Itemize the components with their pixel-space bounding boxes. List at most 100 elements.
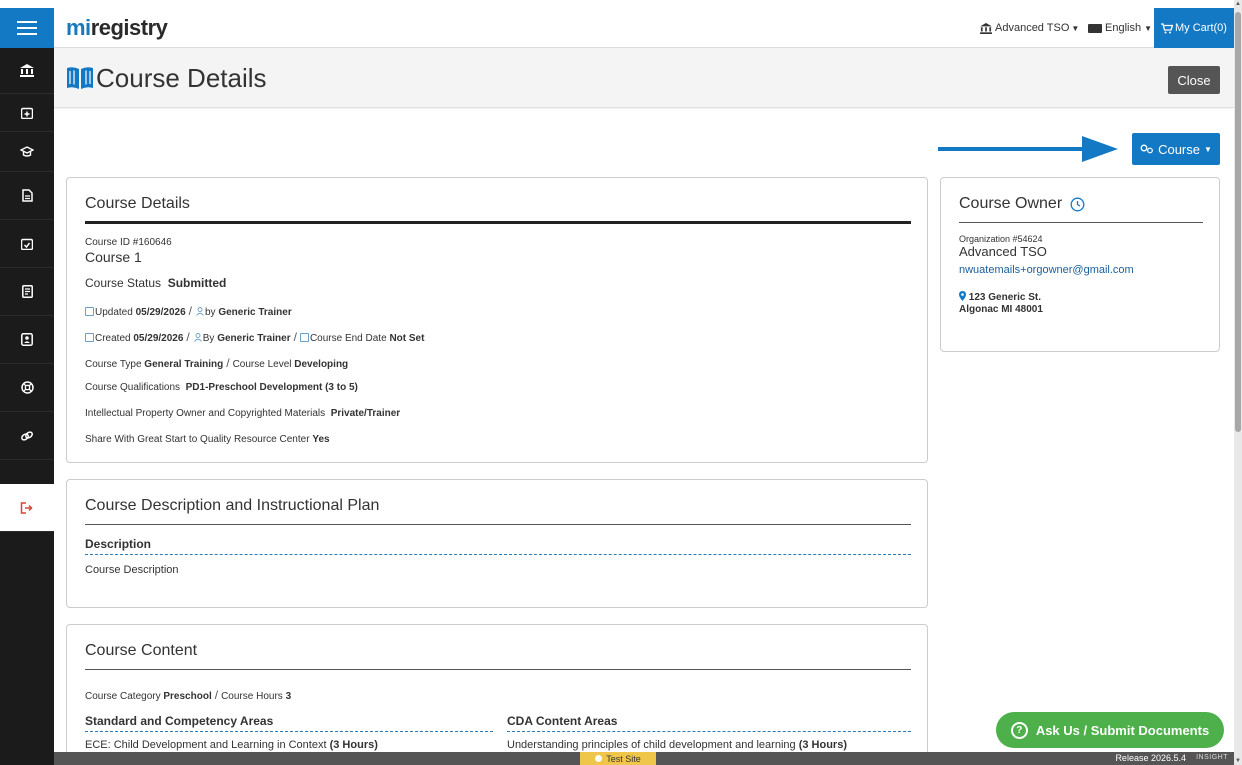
course-status-value: Submitted <box>167 276 227 290</box>
user-icon <box>196 307 204 316</box>
chevron-down-icon: ▼ <box>1144 23 1152 33</box>
release-version: Release 2026.5.4 <box>1115 753 1186 763</box>
sidebar-item-training[interactable] <box>0 132 54 172</box>
sidebar-item-events[interactable] <box>0 220 54 268</box>
standard-item: ECE: Child Development and Learning in C… <box>85 739 378 751</box>
sidebar-item-logout[interactable] <box>0 484 54 532</box>
logout-icon <box>20 501 33 514</box>
test-site-badge: Test Site <box>580 752 656 765</box>
intellectual-property: Intellectual Property Owner and Copyrigh… <box>85 408 401 419</box>
calendar-end-icon <box>299 333 309 342</box>
institution-icon <box>20 64 34 77</box>
owner-address-line1: 123 Generic St. <box>959 291 1041 303</box>
course-details-heading: Course Details <box>85 195 190 212</box>
chevron-down-icon: ▼ <box>1071 23 1080 33</box>
main-content: Course ▼ Course Details Course ID #16064… <box>54 109 1234 765</box>
standard-dotted-rule <box>85 731 493 732</box>
scroll-up-arrow-icon[interactable]: ▲ <box>1234 0 1242 8</box>
map-marker-icon <box>959 291 966 301</box>
insight-logo: INSIGHT <box>1196 754 1228 761</box>
title-bar: Course Details Close <box>54 48 1234 108</box>
heading-divider <box>85 221 911 224</box>
my-cart-button[interactable]: My Cart(0) <box>1154 8 1234 48</box>
scrollbar-thumb[interactable] <box>1235 12 1241 432</box>
gears-icon <box>1140 144 1153 154</box>
sidebar-item-links[interactable] <box>0 412 54 460</box>
question-circle-icon: ? <box>1010 721 1028 739</box>
course-owner-header: Course Owner <box>959 195 1085 213</box>
course-type-level: Course Type General Training / Course Leve… <box>85 356 349 370</box>
page-title: Course Details <box>96 63 267 93</box>
course-status: Course Status Submitted <box>85 276 227 290</box>
owner-divider <box>959 222 1203 223</box>
hamburger-icon <box>17 21 37 35</box>
chevron-down-icon: ▼ <box>1204 144 1212 154</box>
organization-name: Advanced TSO <box>959 244 1047 259</box>
ask-us-label: Ask Us / Submit Documents <box>1035 722 1210 738</box>
description-divider <box>85 524 911 525</box>
cda-dotted-rule <box>507 731 911 732</box>
share-resource-center: Share With Great Start to Quality Resour… <box>85 434 330 445</box>
calendar-icon <box>85 333 94 342</box>
miregistry-logo[interactable]: miregistry <box>66 15 168 41</box>
description-card-heading: Course Description and Instructional Pla… <box>85 497 380 514</box>
sidebar-item-organization[interactable] <box>0 48 54 94</box>
cda-item: Understanding principles of child develo… <box>507 739 847 751</box>
cda-heading: CDA Content Areas <box>507 714 618 728</box>
graduation-cap-icon <box>20 145 34 157</box>
description-value: Course Description <box>85 564 179 576</box>
sidebar-item-documents[interactable] <box>0 172 54 220</box>
calendar-icon <box>85 307 94 316</box>
lifebuoy-icon <box>20 381 34 394</box>
sidebar-item-calendar[interactable] <box>0 94 54 132</box>
cart-label: My Cart(0) <box>1175 22 1227 34</box>
course-content-card: Course Content Course Category Preschool… <box>66 624 928 765</box>
course-actions-dropdown[interactable]: Course ▼ <box>1132 133 1220 165</box>
user-icon <box>193 333 202 342</box>
language-icon <box>1088 23 1102 33</box>
sidebar-item-profile[interactable] <box>0 316 54 364</box>
description-dotted-rule <box>85 554 911 555</box>
organization-id: Organization #54624 <box>959 234 1043 244</box>
category-hours: Course Category Preschool / Course Hours 3 <box>85 688 292 702</box>
course-name: Course 1 <box>85 249 142 265</box>
ask-us-submit-documents-button[interactable]: ? Ask Us / Submit Documents <box>996 712 1224 748</box>
course-details-card: Course Details Course ID #160646 Course … <box>66 177 928 463</box>
content-divider <box>85 669 911 670</box>
calendar-plus-icon <box>21 107 33 119</box>
organization-dropdown[interactable]: Advanced TSO ▼ <box>980 8 1079 48</box>
dot-icon <box>595 755 603 762</box>
page-scrollbar[interactable]: ▲ ▼ <box>1234 0 1242 765</box>
owner-email-link[interactable]: nwuatemails+orgowner@gmail.com <box>959 264 1134 276</box>
sidebar-item-reports[interactable] <box>0 268 54 316</box>
course-owner-card: Course Owner Organization #54624 Advance… <box>940 177 1220 352</box>
course-owner-heading: Course Owner <box>959 195 1063 212</box>
content-card-heading: Course Content <box>85 642 198 659</box>
course-qualifications: Course Qualifications PD1-Preschool Deve… <box>85 382 358 393</box>
sidebar <box>0 8 54 765</box>
top-strip <box>0 0 1242 8</box>
owner-address-line2: Algonac MI 48001 <box>959 304 1043 315</box>
calendar-check-icon <box>21 238 33 250</box>
top-header: miregistry Advanced TSO ▼ English ▼ My C… <box>54 8 1234 48</box>
document-icon <box>21 189 33 202</box>
language-dropdown[interactable]: English ▼ <box>1088 8 1152 48</box>
language-label: English <box>1105 22 1142 34</box>
link-icon <box>21 430 33 441</box>
menu-toggle-button[interactable] <box>0 8 54 48</box>
sidebar-item-help[interactable] <box>0 364 54 412</box>
close-button[interactable]: Close <box>1168 66 1220 94</box>
bottom-status-bar: Test Site Release 2026.5.4 INSIGHT <box>54 752 1234 765</box>
course-id: Course ID #160646 <box>85 237 172 248</box>
created-info: Created 05/29/2026/By Generic Trainer / Co… <box>85 330 424 344</box>
updated-info: Updated 05/29/2026/by Generic Trainer <box>85 304 292 318</box>
organization-label: Advanced TSO <box>995 22 1070 34</box>
standard-heading: Standard and Competency Areas <box>85 714 274 728</box>
id-card-icon <box>21 333 33 346</box>
cart-icon <box>1161 22 1174 33</box>
description-label: Description <box>85 537 152 551</box>
scroll-down-arrow-icon[interactable]: ▼ <box>1234 757 1242 765</box>
annotation-arrow <box>938 136 1118 162</box>
history-icon[interactable] <box>1070 197 1085 212</box>
report-icon <box>21 285 33 298</box>
